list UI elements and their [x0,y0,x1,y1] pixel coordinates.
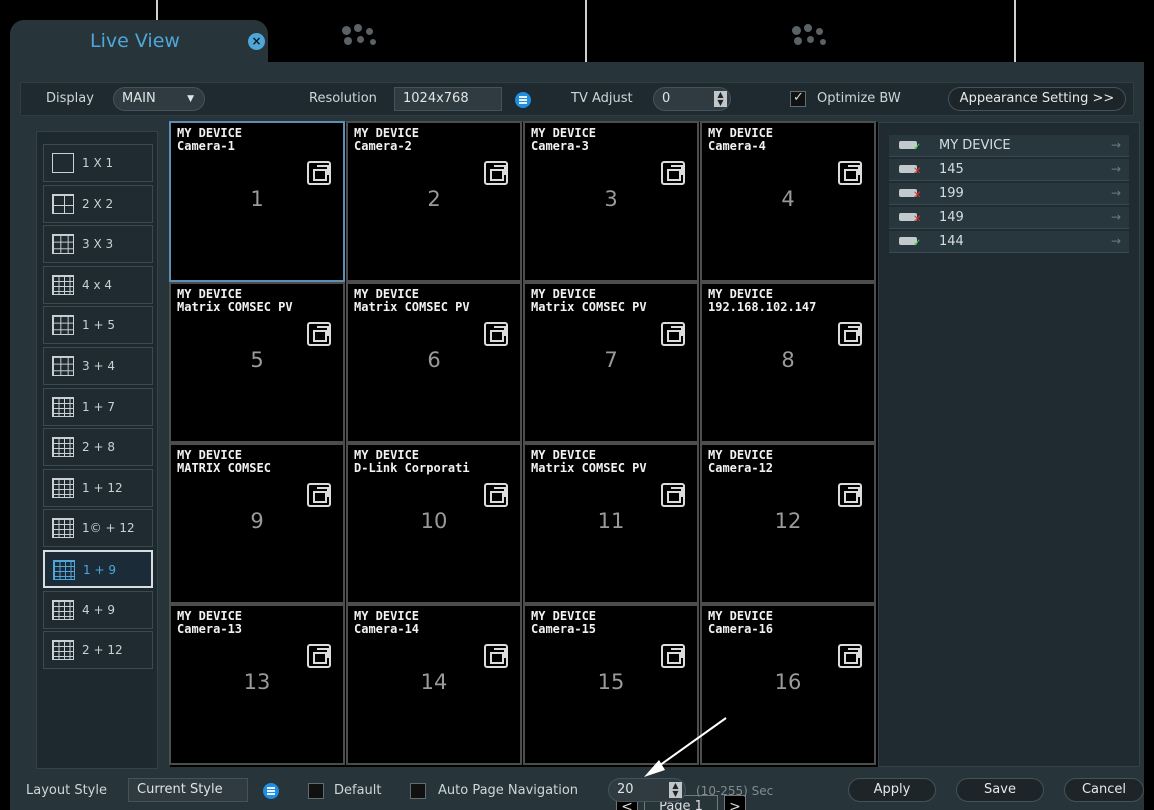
annotation-arrow-icon [644,717,727,777]
